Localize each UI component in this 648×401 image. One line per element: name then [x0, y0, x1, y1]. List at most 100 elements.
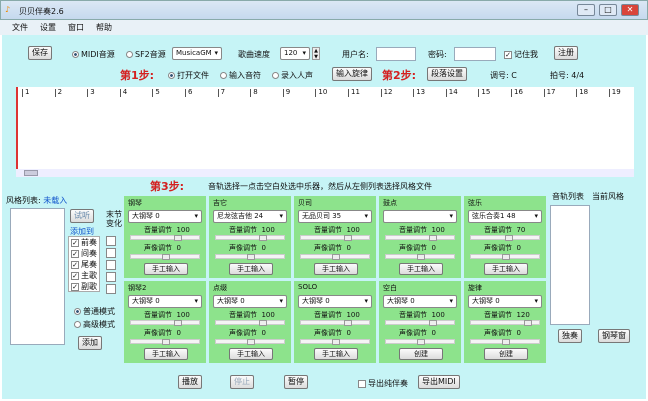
bar-change-checkbox[interactable]: [106, 272, 116, 282]
pan-slider[interactable]: [385, 254, 455, 260]
volume-slider[interactable]: [385, 235, 455, 241]
timeline-scrollbar[interactable]: [16, 169, 634, 177]
soundfont-select[interactable]: MusicaGM: [172, 47, 222, 60]
instrument-select[interactable]: 大钢琴 0: [383, 295, 457, 308]
instrument-action-button[interactable]: 手工输入: [314, 263, 358, 275]
menu-window[interactable]: 窗口: [68, 23, 84, 32]
volume-slider[interactable]: [300, 235, 370, 241]
instrument-action-button[interactable]: 手工输入: [144, 348, 188, 360]
save-button[interactable]: 保存: [28, 46, 52, 60]
style-list[interactable]: [10, 208, 65, 345]
minimize-button[interactable]: –: [577, 4, 595, 16]
volume-slider[interactable]: [215, 235, 285, 241]
audition-button[interactable]: 试听: [70, 209, 94, 223]
instrument-select[interactable]: 尼龙弦吉他 24: [213, 210, 287, 223]
instrument-select[interactable]: 大钢琴 0: [468, 295, 542, 308]
instrument-action-button[interactable]: 手工输入: [229, 263, 273, 275]
instrument-action-button[interactable]: 手工输入: [229, 348, 273, 360]
username-input[interactable]: [376, 47, 416, 61]
input-notes-radio[interactable]: 输入音符: [220, 70, 261, 81]
pan-slider[interactable]: [215, 339, 285, 345]
volume-label: 音量调节 100: [229, 311, 275, 319]
input-melody-button[interactable]: 输入旋律: [332, 67, 372, 81]
instrument-select[interactable]: 大钢琴 0: [298, 295, 372, 308]
instrument-panel[interactable]: 贝司 无品贝司 35 音量调节 100 声像调节 0 手工输入: [294, 196, 376, 278]
pan-slider[interactable]: [470, 254, 540, 260]
add-button[interactable]: 添加: [78, 336, 102, 350]
volume-slider[interactable]: [300, 320, 370, 326]
midi-radio[interactable]: MIDI音源: [72, 49, 115, 60]
bar-change-checkbox[interactable]: [106, 248, 116, 258]
menu-help[interactable]: 帮助: [96, 23, 112, 32]
export-midi-button[interactable]: 导出MIDI: [418, 375, 460, 389]
piano-roll-button[interactable]: 钢琴窗: [598, 329, 630, 343]
pan-slider[interactable]: [130, 254, 200, 260]
part-checkbox[interactable]: ✓ 主歌: [69, 270, 99, 281]
section-settings-button[interactable]: 段落设置: [427, 67, 467, 81]
play-button[interactable]: 播放: [178, 375, 202, 389]
track-list[interactable]: [550, 205, 590, 325]
pan-slider[interactable]: [470, 339, 540, 345]
tempo-select[interactable]: 120: [280, 47, 310, 60]
instrument-action-button[interactable]: 手工输入: [144, 263, 188, 275]
bar-change-checkbox[interactable]: [106, 260, 116, 270]
instrument-panel[interactable]: 空白 大钢琴 0 音量调节 100 声像调节 0 创建: [379, 281, 461, 363]
register-button[interactable]: 注册: [554, 46, 578, 60]
pan-slider[interactable]: [215, 254, 285, 260]
bar-change-checkbox[interactable]: [106, 236, 116, 246]
volume-slider[interactable]: [470, 320, 540, 326]
record-voice-radio[interactable]: 录入人声: [272, 70, 313, 81]
close-button[interactable]: ✕: [621, 4, 639, 16]
tempo-spinner[interactable]: ▲ ▼: [312, 47, 320, 60]
volume-slider[interactable]: [130, 235, 200, 241]
advanced-mode-radio[interactable]: 高级模式: [74, 319, 115, 330]
menu-file[interactable]: 文件: [12, 23, 28, 32]
instrument-select[interactable]: 弦乐合奏1 48: [468, 210, 542, 223]
maximize-button[interactable]: □: [599, 4, 617, 16]
instrument-panel[interactable]: 弦乐 弦乐合奏1 48 音量调节 70 声像调节 0 手工输入: [464, 196, 546, 278]
instrument-panel[interactable]: 旋律 大钢琴 0 音量调节 120 声像调节 0 创建: [464, 281, 546, 363]
stop-button[interactable]: 停止: [230, 375, 254, 389]
ruler-tick: 11: [348, 89, 360, 97]
instrument-action-button[interactable]: 创建: [399, 348, 443, 360]
solo-button[interactable]: 独奏: [558, 329, 582, 343]
pause-button[interactable]: 暂停: [284, 375, 308, 389]
instrument-select[interactable]: [383, 210, 457, 223]
export-pure-checkbox[interactable]: 导出纯伴奏: [358, 378, 408, 389]
instrument-panel[interactable]: 钢琴2 大钢琴 0 音量调节 100 声像调节 0 手工输入: [124, 281, 206, 363]
volume-slider[interactable]: [215, 320, 285, 326]
pan-slider[interactable]: [385, 339, 455, 345]
instrument-panel[interactable]: 钢琴 大钢琴 0 音量调节 100 声像调节 0 手工输入: [124, 196, 206, 278]
instrument-action-button[interactable]: 手工输入: [314, 348, 358, 360]
instrument-select[interactable]: 大钢琴 0: [128, 210, 202, 223]
volume-slider[interactable]: [130, 320, 200, 326]
volume-slider[interactable]: [470, 235, 540, 241]
instrument-select[interactable]: 无品贝司 35: [298, 210, 372, 223]
instrument-action-button[interactable]: 手工输入: [484, 263, 528, 275]
pan-slider[interactable]: [130, 339, 200, 345]
pan-slider[interactable]: [300, 339, 370, 345]
timeline-ruler[interactable]: 1 2 3 4 5 6 7 8 9 10 11 12 13 14 15 16 17 18 19: [16, 87, 634, 169]
menu-settings[interactable]: 设置: [40, 23, 56, 32]
volume-slider[interactable]: [385, 320, 455, 326]
part-checkbox[interactable]: ✓ 副歌: [69, 281, 99, 292]
instrument-select[interactable]: 大钢琴 0: [213, 295, 287, 308]
instrument-panel[interactable]: 点缀 大钢琴 0 音量调节 100 声像调节 0 手工输入: [209, 281, 291, 363]
instrument-panel[interactable]: 鼓点 音量调节 100 声像调节 0 手工输入: [379, 196, 461, 278]
instrument-action-button[interactable]: 创建: [484, 348, 528, 360]
part-checkbox[interactable]: ✓ 前奏: [69, 237, 99, 248]
remember-checkbox[interactable]: ✓ 记住我: [504, 49, 538, 60]
bar-change-checkbox[interactable]: [106, 284, 116, 294]
instrument-panel[interactable]: SOLO 大钢琴 0 音量调节 100 声像调节 0 手工输入: [294, 281, 376, 363]
pan-label: 声像调节 0: [229, 244, 266, 252]
sf2-radio[interactable]: SF2音源: [126, 49, 166, 60]
normal-mode-radio[interactable]: 普通模式: [74, 306, 115, 317]
part-checkbox[interactable]: ✓ 间奏: [69, 248, 99, 259]
pan-slider[interactable]: [300, 254, 370, 260]
password-input[interactable]: [454, 47, 496, 61]
instrument-select[interactable]: 大钢琴 0: [128, 295, 202, 308]
open-file-radio[interactable]: 打开文件: [168, 70, 209, 81]
instrument-action-button[interactable]: 手工输入: [399, 263, 443, 275]
instrument-panel[interactable]: 吉它 尼龙弦吉他 24 音量调节 100 声像调节 0 手工输入: [209, 196, 291, 278]
part-checkbox[interactable]: ✓ 尾奏: [69, 259, 99, 270]
